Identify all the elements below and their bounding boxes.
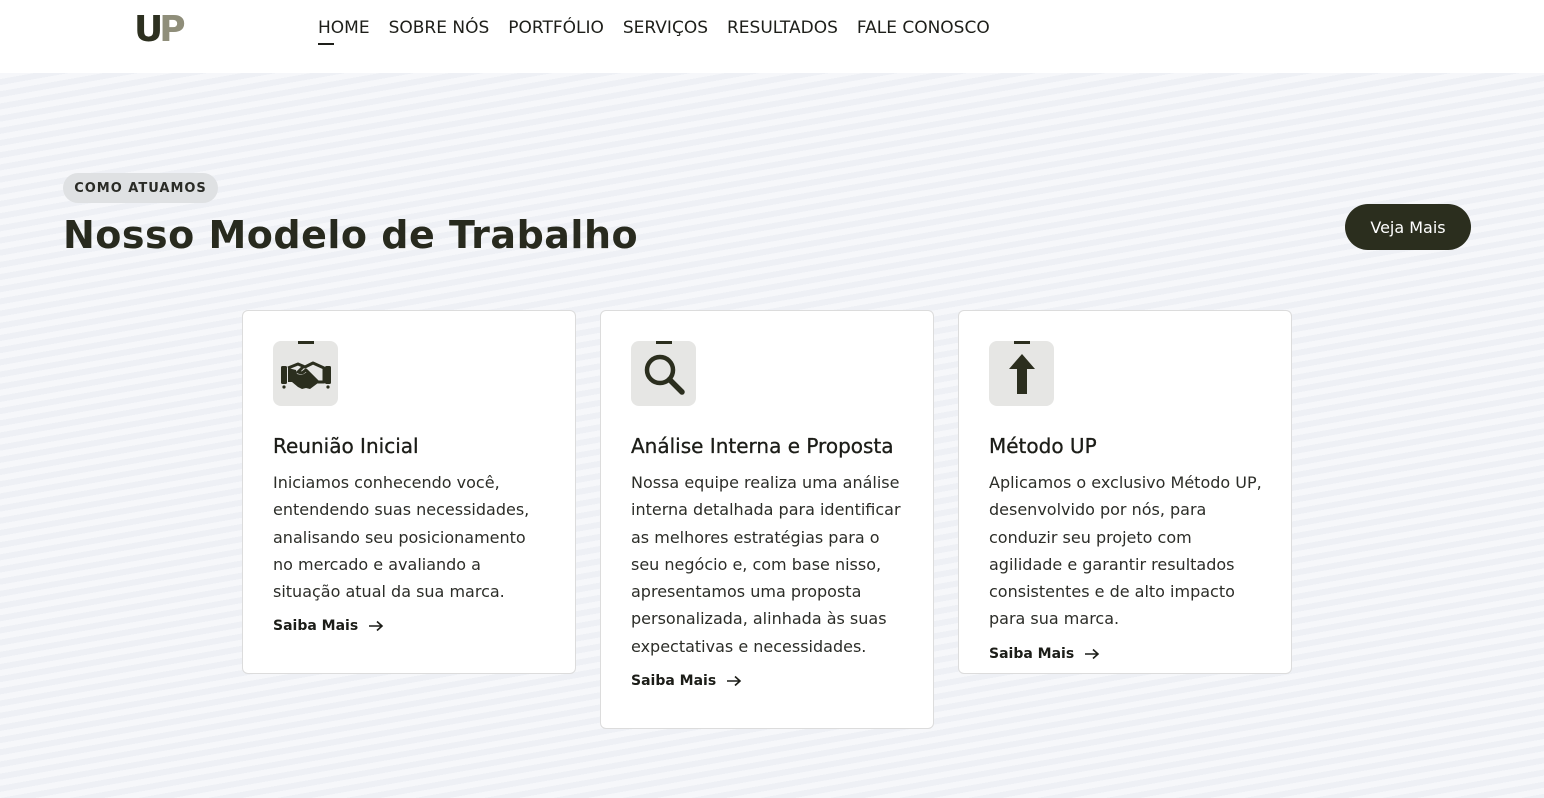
card-title: Reunião Inicial: [273, 434, 419, 458]
card-reuniao-inicial: Reunião Inicial Iniciamos conhecendo voc…: [242, 310, 576, 674]
section-badge: COMO ATUAMOS: [63, 173, 218, 203]
nav-portfolio[interactable]: PORTFÓLIO: [508, 17, 604, 39]
card-icon-box: [631, 341, 696, 406]
search-icon: [644, 354, 685, 395]
section-title: Nosso Modelo de Trabalho: [63, 213, 639, 257]
nav-sobre-nos[interactable]: SOBRE NÓS: [389, 17, 490, 39]
card-icon-box: [273, 341, 338, 406]
arrow-up-icon: [1008, 353, 1035, 394]
card-icon-box: [989, 341, 1054, 406]
card-title: Método UP: [989, 434, 1097, 458]
card-title: Análise Interna e Proposta: [631, 434, 894, 458]
logo-letter-u: U: [134, 9, 163, 50]
saiba-mais-label: Saiba Mais: [989, 645, 1075, 662]
nav-fale-conosco[interactable]: FALE CONOSCO: [857, 17, 990, 39]
card-analise-interna: Análise Interna e Proposta Nossa equipe …: [600, 310, 934, 729]
card-text: Aplicamos o exclusivo Método UP, desenvo…: [989, 473, 1262, 629]
saiba-mais-link[interactable]: Saiba Mais: [273, 618, 545, 634]
logo[interactable]: UP: [134, 9, 186, 50]
saiba-mais-link[interactable]: Saiba Mais: [989, 646, 1261, 662]
site-header: UP HOME SOBRE NÓS PORTFÓLIO SERVIÇOS RES…: [0, 0, 1544, 73]
handshake-icon: [280, 361, 331, 389]
saiba-mais-label: Saiba Mais: [631, 673, 717, 690]
card-metodo-up: Método UP Aplicamos o exclusivo Método U…: [958, 310, 1292, 674]
card-text: Iniciamos conhecendo você, entendendo su…: [273, 473, 530, 602]
saiba-mais-link[interactable]: Saiba Mais: [631, 673, 903, 689]
nav-resultados[interactable]: RESULTADOS: [727, 17, 838, 39]
main-nav: HOME SOBRE NÓS PORTFÓLIO SERVIÇOS RESULT…: [318, 17, 990, 45]
arrow-right-icon: [1085, 648, 1100, 659]
logo-letter-p: P: [159, 9, 185, 50]
nav-servicos[interactable]: SERVIÇOS: [623, 17, 708, 39]
saiba-mais-label: Saiba Mais: [273, 618, 359, 635]
nav-home[interactable]: HOME: [318, 17, 370, 45]
arrow-right-icon: [727, 675, 742, 687]
veja-mais-button[interactable]: Veja Mais: [1345, 204, 1471, 250]
arrow-right-icon: [369, 621, 384, 632]
card-text: Nossa equipe realiza uma análise interna…: [631, 473, 901, 656]
